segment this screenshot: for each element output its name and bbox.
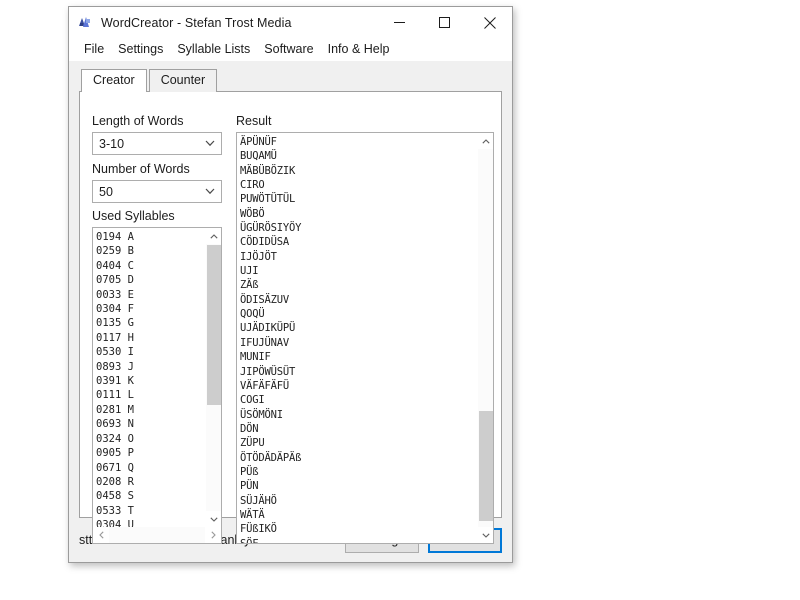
list-item[interactable]: DÖN <box>240 422 301 436</box>
list-item[interactable]: 0458 S <box>96 489 134 503</box>
chevron-down-icon <box>199 188 221 195</box>
list-item[interactable]: ÜGÜRÖSIYÖY <box>240 221 301 235</box>
minimize-button[interactable] <box>377 7 422 38</box>
scroll-right-arrow[interactable] <box>205 527 221 543</box>
number-of-words-combobox[interactable]: 50 <box>92 180 222 203</box>
list-item[interactable]: MUNIF <box>240 350 301 364</box>
application-window: WordCreator - Stefan Trost Media File Se… <box>68 6 513 563</box>
list-item[interactable]: MÄBÜBÖZIK <box>240 164 301 178</box>
list-item[interactable]: JIPÖWÜSÜT <box>240 365 301 379</box>
menu-item-syllable-lists[interactable]: Syllable Lists <box>170 40 257 59</box>
list-item[interactable]: 0304 F <box>96 302 134 316</box>
list-item[interactable]: 0117 H <box>96 331 134 345</box>
used-syllables-listbox[interactable]: 0194 A 0259 B 0404 C 0705 D 0033 E 0304 F 0135… <box>92 227 222 544</box>
list-item[interactable]: ZÄß <box>240 278 301 292</box>
list-item[interactable]: 0671 Q <box>96 461 134 475</box>
list-item[interactable]: IJÖJÖT <box>240 250 301 264</box>
list-item[interactable]: COGI <box>240 393 301 407</box>
window-controls <box>377 7 512 38</box>
list-item[interactable]: 0324 O <box>96 432 134 446</box>
list-item[interactable]: ÄPÜNÜF <box>240 135 301 149</box>
list-item[interactable]: FÜßIKÖ <box>240 522 301 536</box>
used-syllables-label: Used Syllables <box>92 209 175 223</box>
client-area: Creator Counter Length of Words 3-10 Num… <box>69 61 512 562</box>
close-icon <box>483 16 496 29</box>
list-item[interactable]: 0135 G <box>96 316 134 330</box>
app-icon <box>79 16 90 27</box>
list-item[interactable]: 0693 N <box>96 417 134 431</box>
list-item[interactable]: CÖDIDÜSA <box>240 235 301 249</box>
menu-item-settings[interactable]: Settings <box>111 40 170 59</box>
scroll-up-arrow[interactable] <box>206 228 221 244</box>
maximize-button[interactable] <box>422 7 467 38</box>
list-item[interactable]: 0208 R <box>96 475 134 489</box>
list-item[interactable]: PÜß <box>240 465 301 479</box>
menu-item-info-help[interactable]: Info & Help <box>321 40 397 59</box>
list-item[interactable]: ÖTÖDÄDÄPÄß <box>240 451 301 465</box>
number-of-words-value: 50 <box>99 184 113 199</box>
list-item[interactable]: IFUJÜNAV <box>240 336 301 350</box>
maximize-icon <box>439 17 450 28</box>
result-vertical-scrollbar[interactable] <box>477 133 493 543</box>
list-item[interactable]: SÜJÄHÖ <box>240 494 301 508</box>
used-syllables-horizontal-scrollbar[interactable] <box>93 527 221 543</box>
list-item[interactable]: ÖDISÄZUV <box>240 293 301 307</box>
scroll-up-arrow[interactable] <box>478 133 493 149</box>
list-item[interactable]: WÄTÄ <box>240 508 301 522</box>
length-of-words-label: Length of Words <box>92 114 184 128</box>
length-of-words-combobox[interactable]: 3-10 <box>92 132 222 155</box>
scroll-thumb[interactable] <box>207 245 221 405</box>
list-item[interactable]: ZÜPU <box>240 436 301 450</box>
chevron-down-icon <box>199 140 221 147</box>
list-item[interactable]: 0404 C <box>96 259 134 273</box>
menu-item-file[interactable]: File <box>77 40 111 59</box>
minimize-icon <box>394 22 405 23</box>
list-item[interactable]: SÖF <box>240 537 301 543</box>
list-item[interactable]: QOQÜ <box>240 307 301 321</box>
list-item[interactable]: PÜN <box>240 479 301 493</box>
list-item[interactable]: 0259 B <box>96 244 134 258</box>
list-item[interactable]: 0905 P <box>96 446 134 460</box>
list-item[interactable]: 0281 M <box>96 403 134 417</box>
length-of-words-value: 3-10 <box>99 136 125 151</box>
list-item[interactable]: WÖBÖ <box>240 207 301 221</box>
scroll-thumb[interactable] <box>479 411 493 521</box>
list-item[interactable]: 0705 D <box>96 273 134 287</box>
used-syllables-items: 0194 A 0259 B 0404 C 0705 D 0033 E 0304 F 0135… <box>93 228 134 543</box>
title-bar[interactable]: WordCreator - Stefan Trost Media <box>69 7 512 38</box>
list-item[interactable]: UJI <box>240 264 301 278</box>
close-button[interactable] <box>467 7 512 38</box>
window-title: WordCreator - Stefan Trost Media <box>101 15 292 30</box>
number-of-words-label: Number of Words <box>92 162 190 176</box>
result-items: ÄPÜNÜF BUQAMÜ MÄBÜBÖZIK CIRO PUWÖTÜTÜL WÖBÖ ÜG… <box>237 133 301 543</box>
list-item[interactable]: VÄFÄFÄFÜ <box>240 379 301 393</box>
scroll-down-arrow[interactable] <box>206 511 221 527</box>
list-item[interactable]: PUWÖTÜTÜL <box>240 192 301 206</box>
tab-page-creator: Length of Words 3-10 Number of Words 50 … <box>79 91 502 544</box>
scroll-track[interactable] <box>109 527 205 543</box>
list-item[interactable]: 0893 J <box>96 360 134 374</box>
result-label: Result <box>236 114 272 128</box>
list-item[interactable]: 0033 E <box>96 288 134 302</box>
list-item[interactable]: 0391 K <box>96 374 134 388</box>
list-item[interactable]: 0530 I <box>96 345 134 359</box>
scroll-down-arrow[interactable] <box>478 527 493 543</box>
menu-bar: File Settings Syllable Lists Software In… <box>69 38 512 61</box>
menu-item-software[interactable]: Software <box>257 40 320 59</box>
result-listbox[interactable]: ÄPÜNÜF BUQAMÜ MÄBÜBÖZIK CIRO PUWÖTÜTÜL WÖBÖ ÜG… <box>236 132 494 544</box>
tab-counter[interactable]: Counter <box>148 69 218 92</box>
tab-creator[interactable]: Creator <box>81 69 147 92</box>
list-item[interactable]: UJÄDIKÜPÜ <box>240 321 301 335</box>
list-item[interactable]: 0194 A <box>96 230 134 244</box>
used-syllables-vertical-scrollbar[interactable] <box>205 228 221 527</box>
tab-strip: Creator Counter <box>81 69 502 92</box>
list-item[interactable]: 0111 L <box>96 388 134 402</box>
scroll-left-arrow[interactable] <box>93 527 109 543</box>
list-item[interactable]: BUQAMÜ <box>240 149 301 163</box>
list-item[interactable]: CIRO <box>240 178 301 192</box>
list-item[interactable]: ÜSÖMÖNI <box>240 408 301 422</box>
list-item[interactable]: 0533 T <box>96 504 134 518</box>
